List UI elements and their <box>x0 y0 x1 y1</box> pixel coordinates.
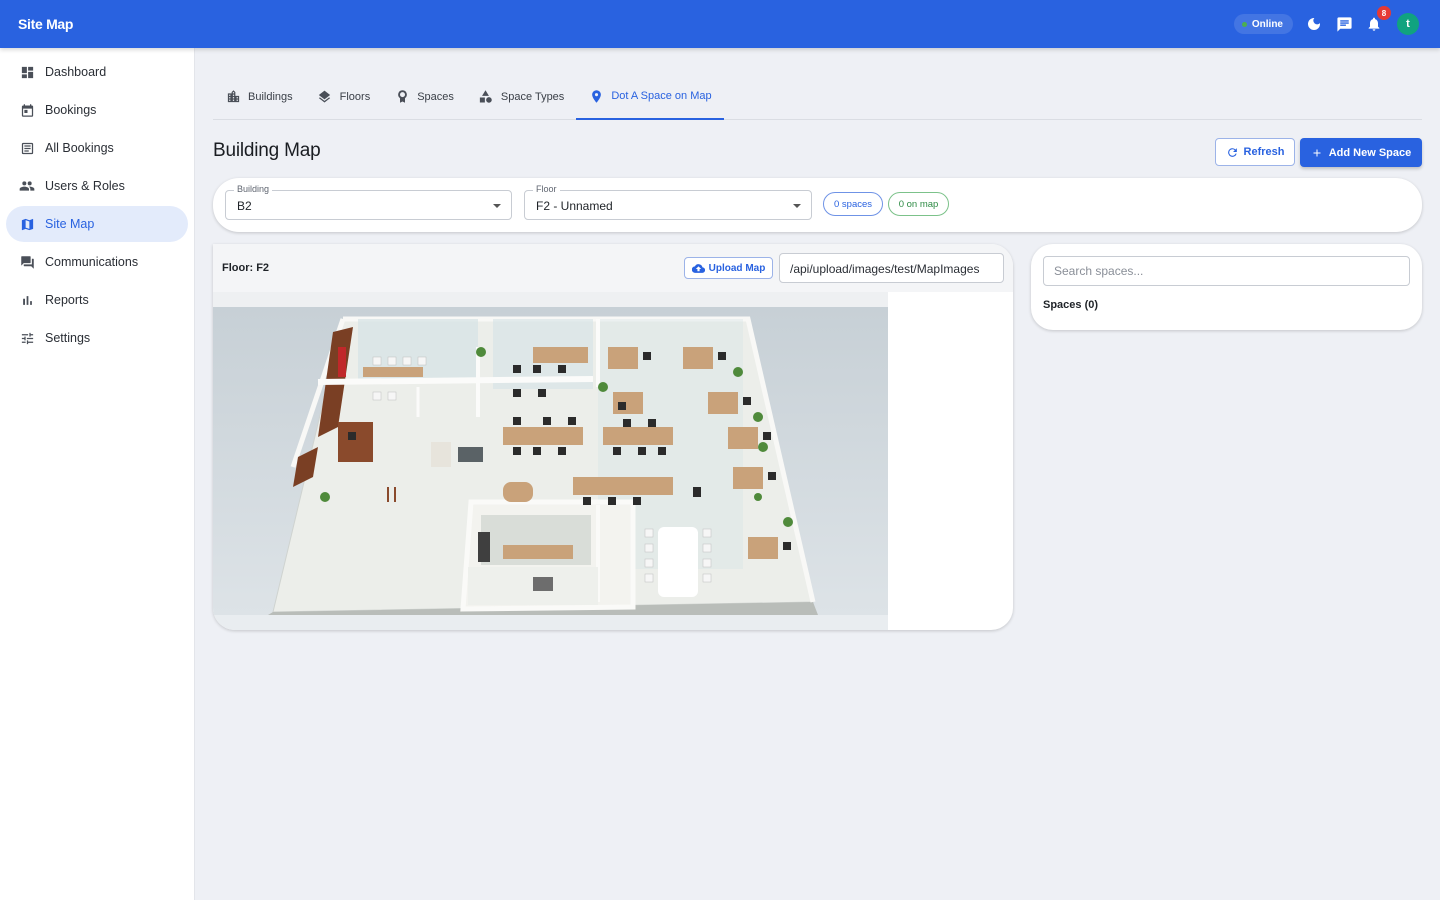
page-title: Building Map <box>213 140 321 161</box>
sidebar-item-label: Settings <box>45 331 91 345</box>
list-icon <box>19 140 35 156</box>
top-app-bar: Site Map Online 8 t <box>0 0 1440 48</box>
sidebar-item-communications[interactable]: Communications <box>6 244 188 280</box>
spaces-count-chip: 0 spaces <box>823 192 883 216</box>
building-select-value: B2 <box>237 199 252 213</box>
sidebar-item-label: Site Map <box>45 217 95 231</box>
tab-buildings[interactable]: Buildings <box>213 74 305 119</box>
refresh-label: Refresh <box>1243 146 1285 158</box>
upload-map-label: Upload Map <box>708 262 766 274</box>
layers-icon <box>317 89 333 105</box>
upload-map-button[interactable]: Upload Map <box>684 257 773 279</box>
map-top-strip <box>213 292 888 307</box>
sidebar-item-label: Bookings <box>45 103 97 117</box>
tab-label: Floors <box>339 90 371 103</box>
sidebar-item-all-bookings[interactable]: All Bookings <box>6 130 188 166</box>
sidebar-item-label: Dashboard <box>45 65 107 79</box>
refresh-icon <box>1227 147 1237 157</box>
badge-icon <box>394 89 410 105</box>
online-status-label: Online <box>1251 18 1283 30</box>
tab-space-types[interactable]: Space Types <box>466 74 576 119</box>
app-title: Site Map <box>18 16 74 32</box>
bar-chart-icon <box>19 292 35 308</box>
chevron-down-icon <box>793 204 801 208</box>
people-icon <box>19 178 35 194</box>
sidebar-item-site-map[interactable]: Site Map <box>6 206 188 242</box>
floor-select[interactable]: Floor F2 - Unnamed <box>524 184 812 220</box>
floor-select-value: F2 - Unnamed <box>536 199 613 213</box>
sidebar-item-bookings[interactable]: Bookings <box>6 92 188 128</box>
floor-plan-image[interactable] <box>213 307 888 615</box>
building-icon <box>225 89 241 105</box>
sidebar-item-reports[interactable]: Reports <box>6 282 188 318</box>
map-card-header: Floor: F2 Upload Map /api/upload/images/… <box>213 244 1013 292</box>
on-map-count-chip: 0 on map <box>888 192 949 216</box>
tab-label: Space Types <box>500 90 565 103</box>
sidebar-item-users-roles[interactable]: Users & Roles <box>6 168 188 204</box>
add-new-space-label: Add New Space <box>1328 146 1412 159</box>
spaces-panel: Spaces (0) <box>1031 244 1422 330</box>
sidebar-item-settings[interactable]: Settings <box>6 320 188 356</box>
map-card: Floor: F2 Upload Map /api/upload/images/… <box>213 244 1013 630</box>
sidebar: Dashboard Bookings All Bookings Users & … <box>0 48 195 900</box>
chevron-down-icon <box>493 204 501 208</box>
sidebar-item-dashboard[interactable]: Dashboard <box>6 54 188 90</box>
online-dot-icon <box>1241 21 1247 27</box>
moon-icon <box>1308 18 1320 30</box>
plus-icon <box>1313 149 1321 156</box>
tab-spaces[interactable]: Spaces <box>382 74 466 119</box>
map-path-field[interactable]: /api/upload/images/test/MapImages <box>779 253 1004 283</box>
tab-dot-a-space-on-map[interactable]: Dot A Space on Map <box>576 74 724 120</box>
spaces-count-label: Spaces (0) <box>1043 299 1099 311</box>
dashboard-icon <box>19 64 35 80</box>
floor-label: Floor: F2 <box>222 262 270 274</box>
tab-floors[interactable]: Floors <box>305 74 383 119</box>
map-canvas[interactable] <box>213 292 888 630</box>
chat-icon <box>19 254 35 270</box>
calendar-icon <box>19 102 35 118</box>
refresh-button[interactable]: Refresh <box>1215 138 1295 166</box>
tab-label: Buildings <box>248 90 293 103</box>
sliders-icon <box>19 330 35 346</box>
sidebar-item-label: All Bookings <box>45 141 114 155</box>
site-map-tabs: Buildings Floors Spaces Space Types Dot … <box>213 74 1422 120</box>
tab-label: Spaces <box>417 90 454 103</box>
sidebar-item-label: Reports <box>45 293 89 307</box>
user-avatar[interactable]: t <box>1397 13 1419 35</box>
building-select-label: Building <box>234 184 273 194</box>
sidebar-item-label: Users & Roles <box>45 179 125 193</box>
shapes-icon <box>478 89 494 105</box>
notification-badge: 8 <box>1377 6 1391 20</box>
messages-button[interactable] <box>1335 15 1353 33</box>
online-status-chip[interactable]: Online <box>1233 14 1293 34</box>
notifications-button[interactable]: 8 <box>1365 6 1391 33</box>
dark-mode-toggle[interactable] <box>1305 15 1323 33</box>
search-spaces-input[interactable] <box>1043 256 1410 286</box>
building-select[interactable]: Building B2 <box>225 184 512 220</box>
add-new-space-button[interactable]: Add New Space <box>1300 138 1422 167</box>
map-icon <box>19 216 35 232</box>
tab-label: Dot A Space on Map <box>611 90 712 102</box>
sidebar-item-label: Communications <box>45 255 139 269</box>
chat-icon <box>1336 16 1352 32</box>
filter-card: Building B2 Floor F2 - Unnamed 0 spaces … <box>213 178 1422 232</box>
pin-icon <box>588 88 604 104</box>
floor-select-label: Floor <box>533 184 560 194</box>
cloud-upload-icon <box>691 263 705 273</box>
